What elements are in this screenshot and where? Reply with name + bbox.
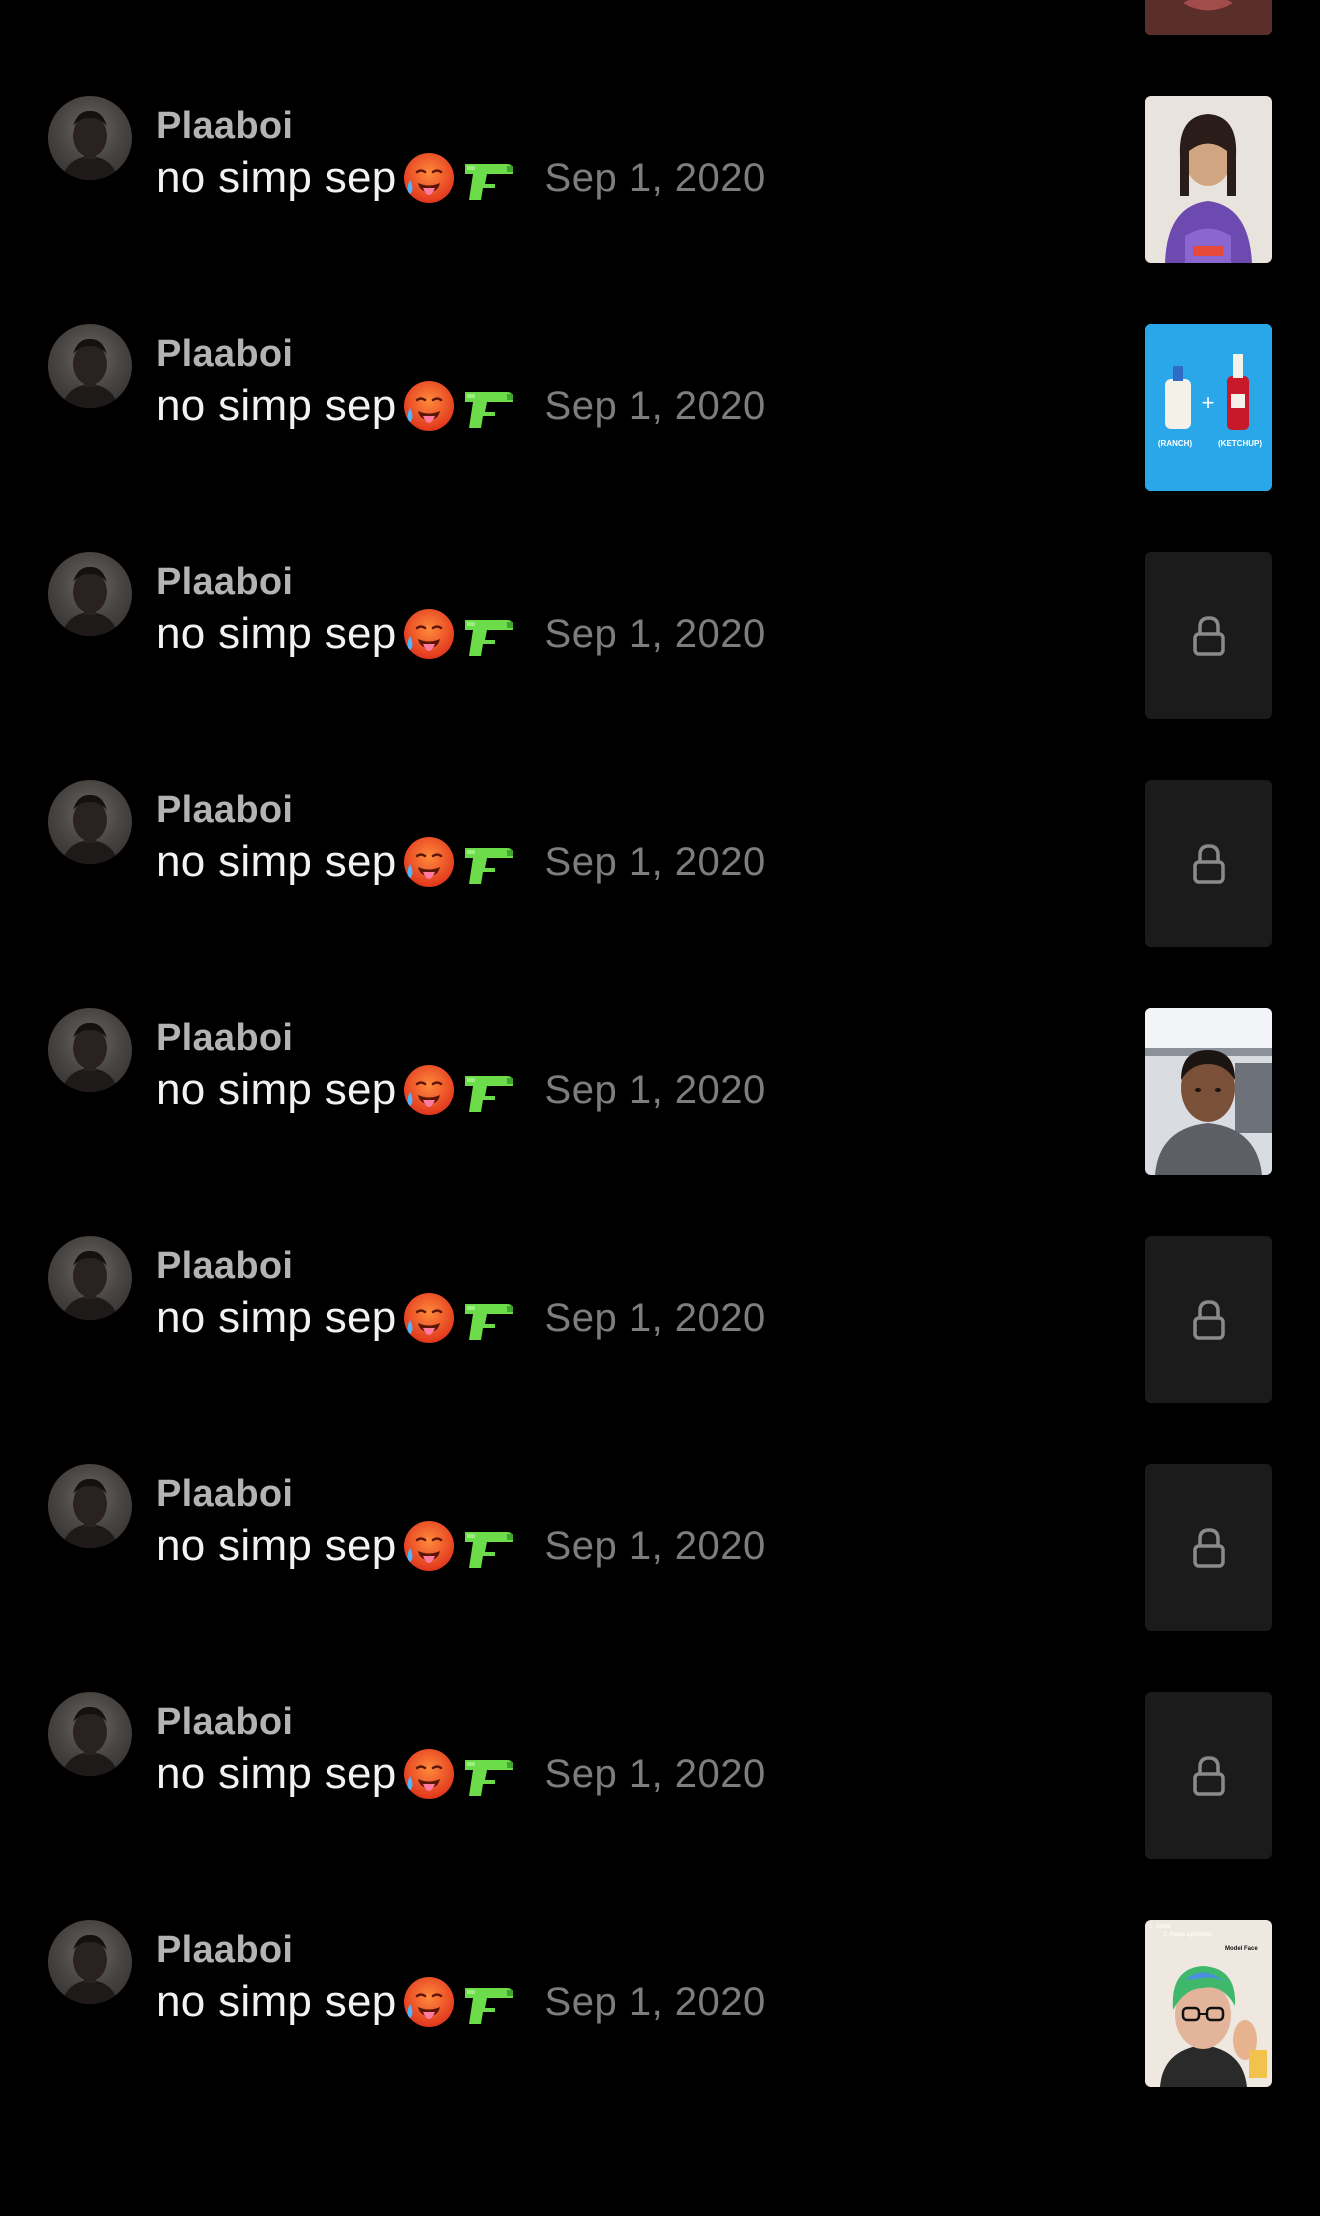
hot-face-sweat-emoji [401,1974,457,2030]
water-pistol-emoji [461,1974,517,2030]
message-text: no simp sep [156,837,397,886]
notification-row-9[interactable]: Plaaboi no simp sep Sep 1, 2020 [0,1652,1320,1880]
water-pistol-emoji [461,1062,517,1118]
username[interactable]: Plaaboi [156,104,293,148]
notification-row-2[interactable]: Plaaboi no simp sep Sep 1, 2020 [0,56,1320,284]
username[interactable]: Plaaboi [156,788,293,832]
username[interactable]: Plaaboi [156,332,293,376]
message-text: no simp sep [156,153,397,202]
avatar[interactable] [48,1008,132,1092]
username[interactable]: Plaaboi [156,1244,293,1288]
notification-row-6[interactable]: Plaaboi no simp sep Sep 1, 2020 [0,968,1320,1196]
avatar[interactable] [48,1236,132,1320]
message-line: no simp sep Sep 1, 2020 [156,1744,766,1804]
water-pistol-emoji [461,150,517,206]
hot-face-sweat-emoji [401,1518,457,1574]
message-line: no simp sep Sep 1, 2020 [156,1516,766,1576]
avatar[interactable] [48,1920,132,2004]
timestamp: Sep 1, 2020 [544,1295,766,1340]
timestamp: Sep 1, 2020 [544,155,766,200]
hot-face-sweat-emoji [401,150,457,206]
username[interactable]: Plaaboi [156,1472,293,1516]
avatar[interactable] [48,1464,132,1548]
notification-list: Plaaboi no simp sep Sep 1, 2020 Plaaboi … [0,0,1320,2108]
notification-row-1[interactable]: Plaaboi no simp sep [0,0,1320,56]
ketchup-label: (KETCHUP) [1218,439,1262,448]
video-thumbnail[interactable] [1145,0,1272,35]
timestamp: Sep 1, 2020 [544,839,766,884]
timestamp: Sep 1, 2020 [544,383,766,428]
hot-face-sweat-emoji [401,1290,457,1346]
message-line: no simp sep Sep 1, 2020 [156,604,766,664]
locked-video-thumbnail[interactable] [1145,552,1272,719]
message-line: no simp sep Sep 1, 2020 [156,376,766,436]
message-line: no simp sep Sep 1, 2020 [156,148,766,208]
message-line: no simp sep Sep 1, 2020 [156,1972,766,2032]
video-thumbnail[interactable] [1145,1008,1272,1175]
notification-row-4[interactable]: Plaaboi no simp sep Sep 1, 2020 [0,512,1320,740]
hot-face-sweat-emoji [401,1746,457,1802]
svg-text:+: + [1202,390,1215,415]
lock-icon [1192,615,1225,656]
lock-icon [1192,1299,1225,1340]
avatar[interactable] [48,552,132,636]
video-thumbnail[interactable]: + (RANCH) (KETCHUP) [1145,324,1272,491]
water-pistol-emoji [461,606,517,662]
username[interactable]: Plaaboi [156,1700,293,1744]
lock-icon [1192,1755,1225,1796]
timestamp: Sep 1, 2020 [544,1523,766,1568]
message-text: no simp sep [156,1293,397,1342]
message-text: no simp sep [156,381,397,430]
message-text: no simp sep [156,1977,397,2026]
water-pistol-emoji [461,1746,517,1802]
avatar[interactable] [48,1692,132,1776]
timestamp: Sep 1, 2020 [544,611,766,656]
avatar[interactable] [48,780,132,864]
lock-icon [1192,843,1225,884]
locked-video-thumbnail[interactable] [1145,1692,1272,1859]
message-text: no simp sep [156,1521,397,1570]
timestamp: Sep 1, 2020 [544,1751,766,1796]
hot-face-sweat-emoji [401,606,457,662]
username[interactable]: Plaaboi [156,1928,293,1972]
message-line: no simp sep Sep 1, 2020 [156,1288,766,1348]
lock-icon [1192,1527,1225,1568]
notification-row-7[interactable]: Plaaboi no simp sep Sep 1, 2020 [0,1196,1320,1424]
avatar[interactable] [48,96,132,180]
locked-video-thumbnail[interactable] [1145,1464,1272,1631]
video-thumbnail[interactable] [1145,96,1272,263]
hot-face-sweat-emoji [401,378,457,434]
message-line: no simp sep Sep 1, 2020 [156,1060,766,1120]
notification-row-10[interactable]: Plaaboi no simp sep Sep 1, 2020 1. Selfi… [0,1880,1320,2108]
thumb-caption-1: 1. Selfie [1149,1924,1171,1930]
notification-row-3[interactable]: Plaaboi no simp sep Sep 1, 2020 + (RANCH… [0,284,1320,512]
timestamp: Sep 1, 2020 [544,1979,766,2024]
message-text: no simp sep [156,1065,397,1114]
thumb-caption-2: 2. Relax eyebrows [1163,1932,1212,1938]
hot-face-sweat-emoji [401,1062,457,1118]
username[interactable]: Plaaboi [156,1016,293,1060]
water-pistol-emoji [461,1518,517,1574]
timestamp: Sep 1, 2020 [544,1067,766,1112]
message-line: no simp sep Sep 1, 2020 [156,832,766,892]
notification-row-5[interactable]: Plaaboi no simp sep Sep 1, 2020 [0,740,1320,968]
avatar[interactable] [48,324,132,408]
water-pistol-emoji [461,834,517,890]
video-thumbnail[interactable]: 1. Selfie 2. Relax eyebrows Model Face [1145,1920,1272,2087]
message-text: no simp sep [156,1749,397,1798]
water-pistol-emoji [461,1290,517,1346]
notification-row-8[interactable]: Plaaboi no simp sep Sep 1, 2020 [0,1424,1320,1652]
water-pistol-emoji [461,378,517,434]
ranch-label: (RANCH) [1158,439,1193,448]
locked-video-thumbnail[interactable] [1145,1236,1272,1403]
locked-video-thumbnail[interactable] [1145,780,1272,947]
message-text: no simp sep [156,609,397,658]
thumb-caption-3: Model Face [1225,1946,1258,1952]
hot-face-sweat-emoji [401,834,457,890]
username[interactable]: Plaaboi [156,560,293,604]
